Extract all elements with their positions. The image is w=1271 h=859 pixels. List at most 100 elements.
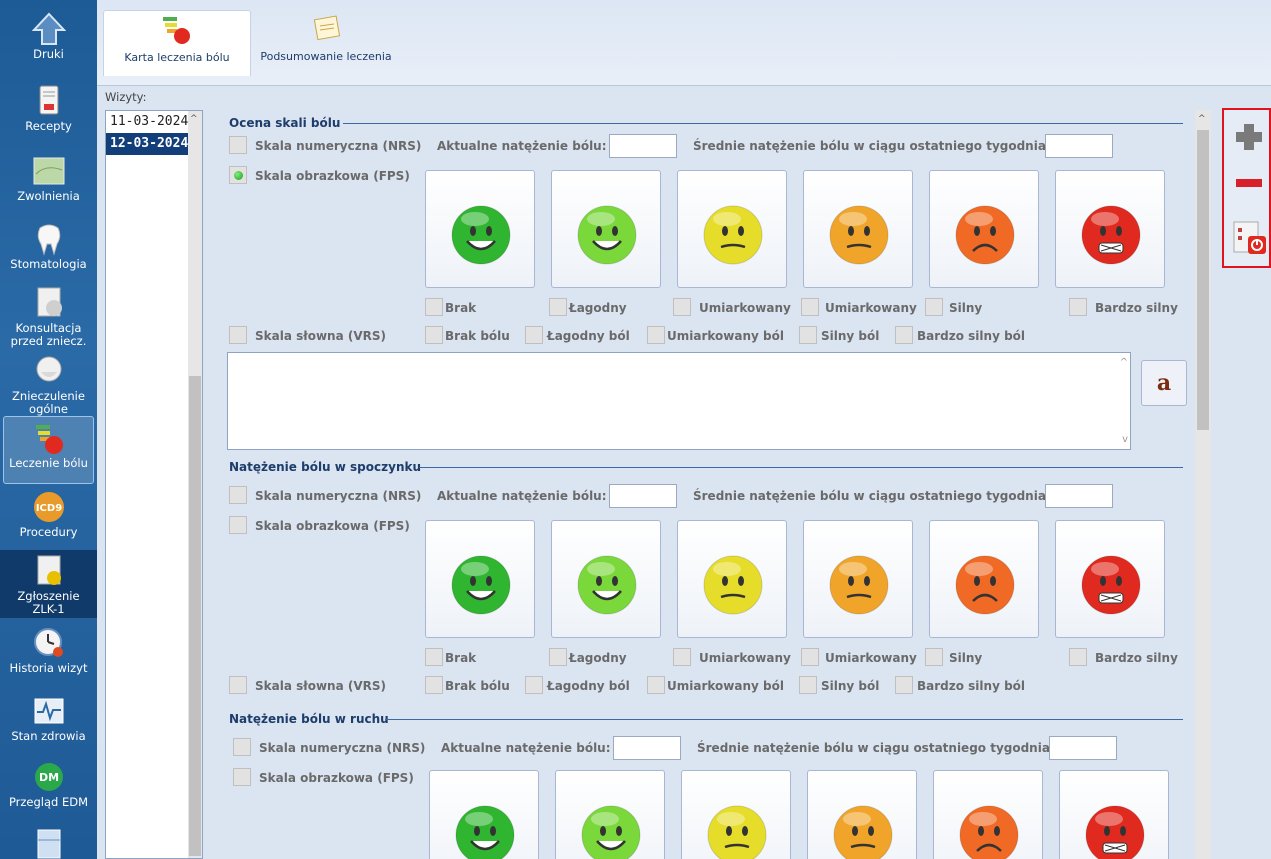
face-label: Umiarkowany [825,651,917,665]
face-moderate-2-icon [829,555,889,615]
face-severe-icon [959,805,1019,859]
face-label-checkbox[interactable] [549,648,567,666]
face-option-button[interactable] [555,770,665,859]
face-label-checkbox[interactable] [925,298,943,316]
vrs-option-checkbox[interactable] [895,326,913,344]
scroll-up-icon[interactable]: ^ [1120,357,1128,368]
sidebar-item-znieczulenie[interactable]: Znieczulenie ogólne [0,350,97,418]
face-label-checkbox[interactable] [549,298,567,316]
close-document-icon [1233,221,1266,254]
face-label-checkbox[interactable] [425,298,443,316]
fps-label: Skala obrazkowa (FPS) [255,519,410,533]
sidebar-item-historia[interactable]: Historia wizyt [0,622,97,690]
face-option-button[interactable] [807,770,917,859]
sidebar-item-label: Historia wizyt [9,661,88,675]
sidebar-item-zgloszenie[interactable]: Zgłoszenie ZLK-1 [0,550,97,618]
vrs-option-checkbox[interactable] [525,676,543,694]
face-option-button[interactable] [803,520,913,638]
scroll-down-icon[interactable]: v [1122,434,1128,445]
current-pain-input[interactable] [609,134,677,158]
add-icon [1236,124,1262,150]
current-pain-input[interactable] [609,484,677,508]
face-option-button[interactable] [429,770,539,859]
sidebar: Druki Recepty Zwolnienia Stomatologia Ko… [0,0,97,859]
sidebar-item-zwolnienia[interactable]: Zwolnienia [0,150,97,218]
vrs-option-checkbox[interactable] [799,676,817,694]
nrs-checkbox[interactable] [233,738,251,756]
vrs-option-checkbox[interactable] [525,326,543,344]
tooth-icon [32,222,66,256]
sidebar-item-leczenie-bolu[interactable]: Leczenie bólu [3,416,94,484]
nrs-checkbox[interactable] [229,486,247,504]
sidebar-item-stan-zdrowia[interactable]: Stan zdrowia [0,690,97,758]
sidebar-item-procedury[interactable]: ICD9 Procedury [0,486,97,554]
face-moderate-icon [703,555,763,615]
face-option-button[interactable] [551,520,661,638]
face-option-button[interactable] [425,170,535,288]
remove-button[interactable] [1230,162,1268,204]
face-label: Brak [445,301,477,315]
fps-checkbox[interactable] [229,516,247,534]
face-option-button[interactable] [1055,520,1165,638]
sidebar-item-konsultacja[interactable]: Konsultacja przed zniecz. [0,282,97,350]
face-option-button[interactable] [677,170,787,288]
face-option-button[interactable] [1055,170,1165,288]
face-label-checkbox[interactable] [801,648,819,666]
face-option-button[interactable] [1059,770,1169,859]
fps-checkbox[interactable] [233,768,251,786]
vrs-checkbox[interactable] [229,326,247,344]
face-option-button[interactable] [681,770,791,859]
average-pain-input[interactable] [1049,736,1117,760]
nrs-checkbox[interactable] [229,136,247,154]
add-button[interactable] [1230,116,1268,158]
face-option-button[interactable] [425,520,535,638]
fps-checkbox-selected[interactable] [229,166,247,184]
sidebar-item-druki[interactable]: Druki [0,8,97,76]
face-option-button[interactable] [929,520,1039,638]
average-pain-input[interactable] [1045,134,1113,158]
face-option-button[interactable] [929,170,1039,288]
visits-scrollbar[interactable]: ^ [188,111,202,858]
face-label-checkbox[interactable] [673,298,691,316]
scrollbar-thumb[interactable] [1197,130,1209,430]
face-label-checkbox[interactable] [1069,648,1087,666]
vrs-option-checkbox[interactable] [647,326,665,344]
face-label-checkbox[interactable] [1069,298,1087,316]
face-label-checkbox[interactable] [673,648,691,666]
visits-list[interactable]: 11-03-2024 12-03-2024 ^ [105,110,203,859]
sidebar-item-przeglad-edm[interactable]: DM Przegląd EDM [0,756,97,824]
face-label-checkbox[interactable] [425,648,443,666]
sidebar-item-recepty[interactable]: Recepty [0,80,97,148]
scrollbar-thumb[interactable] [189,376,201,856]
face-option-button[interactable] [551,170,661,288]
face-label-checkbox[interactable] [801,298,819,316]
current-pain-input[interactable] [613,736,681,760]
vrs-checkbox[interactable] [229,676,247,694]
scroll-up-icon[interactable]: ^ [1198,114,1206,124]
vrs-option-checkbox[interactable] [799,326,817,344]
face-option-button[interactable] [933,770,1043,859]
vrs-option-checkbox[interactable] [425,676,443,694]
face-label-checkbox[interactable] [925,648,943,666]
face-option-button[interactable] [677,520,787,638]
face-option-button[interactable] [803,170,913,288]
visit-item-selected[interactable]: 12-03-2024 [106,133,190,155]
vrs-label: Skala słowna (VRS) [255,679,386,693]
average-pain-label: Średnie natężenie bólu w ciągu ostatnieg… [697,741,1055,755]
scroll-up-icon[interactable]: ^ [190,114,198,124]
face-severe-icon [955,555,1015,615]
content-scrollbar[interactable]: ^ [1195,110,1211,859]
close-document-button[interactable] [1230,216,1268,258]
tab-karta-leczenia-bolu[interactable]: Karta leczenia bólu [103,10,251,76]
tab-podsumowanie-leczenia[interactable]: Podsumowanie leczenia [253,10,399,76]
notes-textarea[interactable]: ^ v [227,352,1131,450]
vrs-option-checkbox[interactable] [425,326,443,344]
face-no-pain-icon [451,205,511,265]
sidebar-item-label: Procedury [19,525,78,539]
text-template-button[interactable]: a [1141,360,1187,406]
average-pain-input[interactable] [1045,484,1113,508]
vrs-option-checkbox[interactable] [895,676,913,694]
sidebar-item-more[interactable] [0,822,97,859]
sidebar-item-stomatologia[interactable]: Stomatologia [0,218,97,286]
vrs-option-checkbox[interactable] [647,676,665,694]
